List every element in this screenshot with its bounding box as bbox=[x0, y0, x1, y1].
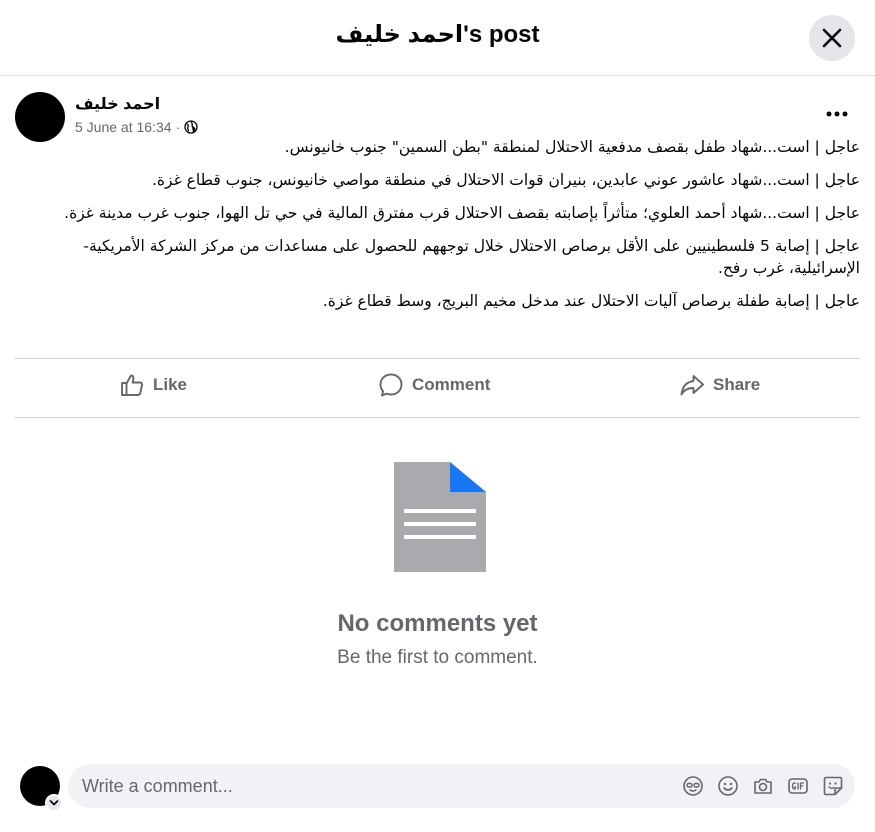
post-paragraph: عاجل | إصابة 5 فلسطينيين على الأقل برصاص… bbox=[83, 237, 860, 277]
globe-icon[interactable] bbox=[184, 120, 198, 134]
chevron-down-icon bbox=[49, 800, 59, 806]
empty-state-title: No comments yet bbox=[337, 610, 538, 637]
avatar-sticker-button[interactable] bbox=[681, 774, 705, 798]
author-name[interactable]: احمد خليف bbox=[75, 94, 160, 114]
meta-separator: · bbox=[175, 119, 181, 135]
author-avatar[interactable] bbox=[15, 92, 65, 142]
share-label: Share bbox=[713, 375, 761, 394]
share-icon bbox=[680, 375, 704, 396]
camera-button[interactable] bbox=[751, 774, 775, 798]
comment-composer bbox=[68, 764, 855, 808]
dialog-title: احمد خليف's post bbox=[335, 21, 540, 48]
gif-icon bbox=[788, 778, 808, 794]
post-paragraph: عاجل | است...شهاد أحمد العلوي؛ متأثراً ب… bbox=[64, 204, 860, 222]
close-icon bbox=[822, 28, 842, 48]
empty-state-subtitle: Be the first to comment. bbox=[337, 647, 538, 668]
post-text: عاجل | است...شهاد طفل بقصف مدفعية الاحتل… bbox=[15, 136, 860, 323]
like-icon bbox=[121, 374, 143, 396]
post-header: احمد خليف 5 June at 16:34 · bbox=[15, 90, 860, 142]
divider-top bbox=[15, 358, 860, 359]
more-options-button[interactable] bbox=[821, 102, 853, 126]
post-timestamp[interactable]: 5 June at 16:34 bbox=[75, 119, 172, 135]
share-button[interactable]: Share bbox=[679, 366, 760, 404]
dialog-header: احمد خليف's post bbox=[0, 0, 875, 76]
sticker-button[interactable] bbox=[821, 774, 845, 798]
comment-input[interactable] bbox=[82, 764, 662, 808]
post-paragraph: عاجل | است...شهاد عاشور عوني عابدين، بني… bbox=[152, 171, 860, 189]
more-icon bbox=[826, 111, 848, 117]
profile-switch-button[interactable] bbox=[45, 794, 63, 812]
like-label: Like bbox=[153, 375, 188, 394]
divider-bottom bbox=[15, 417, 860, 418]
sticker-icon bbox=[823, 776, 843, 796]
comment-label: Comment bbox=[412, 375, 491, 394]
composer-toolbar bbox=[681, 774, 845, 798]
post-paragraph: عاجل | است...شهاد طفل بقصف مدفعية الاحتل… bbox=[284, 138, 860, 156]
camera-icon bbox=[754, 778, 772, 794]
emoji-button[interactable] bbox=[716, 774, 740, 798]
comment-button[interactable]: Comment bbox=[378, 366, 490, 404]
post-paragraph: عاجل | إصابة طفلة برصاص آليات الاحتلال ع… bbox=[322, 292, 860, 310]
close-button[interactable] bbox=[809, 15, 855, 61]
post-meta: 5 June at 16:34 · bbox=[75, 119, 198, 135]
document-icon bbox=[394, 462, 486, 572]
avatar-sticker-icon bbox=[683, 776, 703, 796]
emoji-icon bbox=[718, 776, 738, 796]
comment-icon bbox=[379, 373, 403, 397]
like-button[interactable]: Like bbox=[119, 366, 187, 404]
gif-button[interactable] bbox=[786, 774, 810, 798]
